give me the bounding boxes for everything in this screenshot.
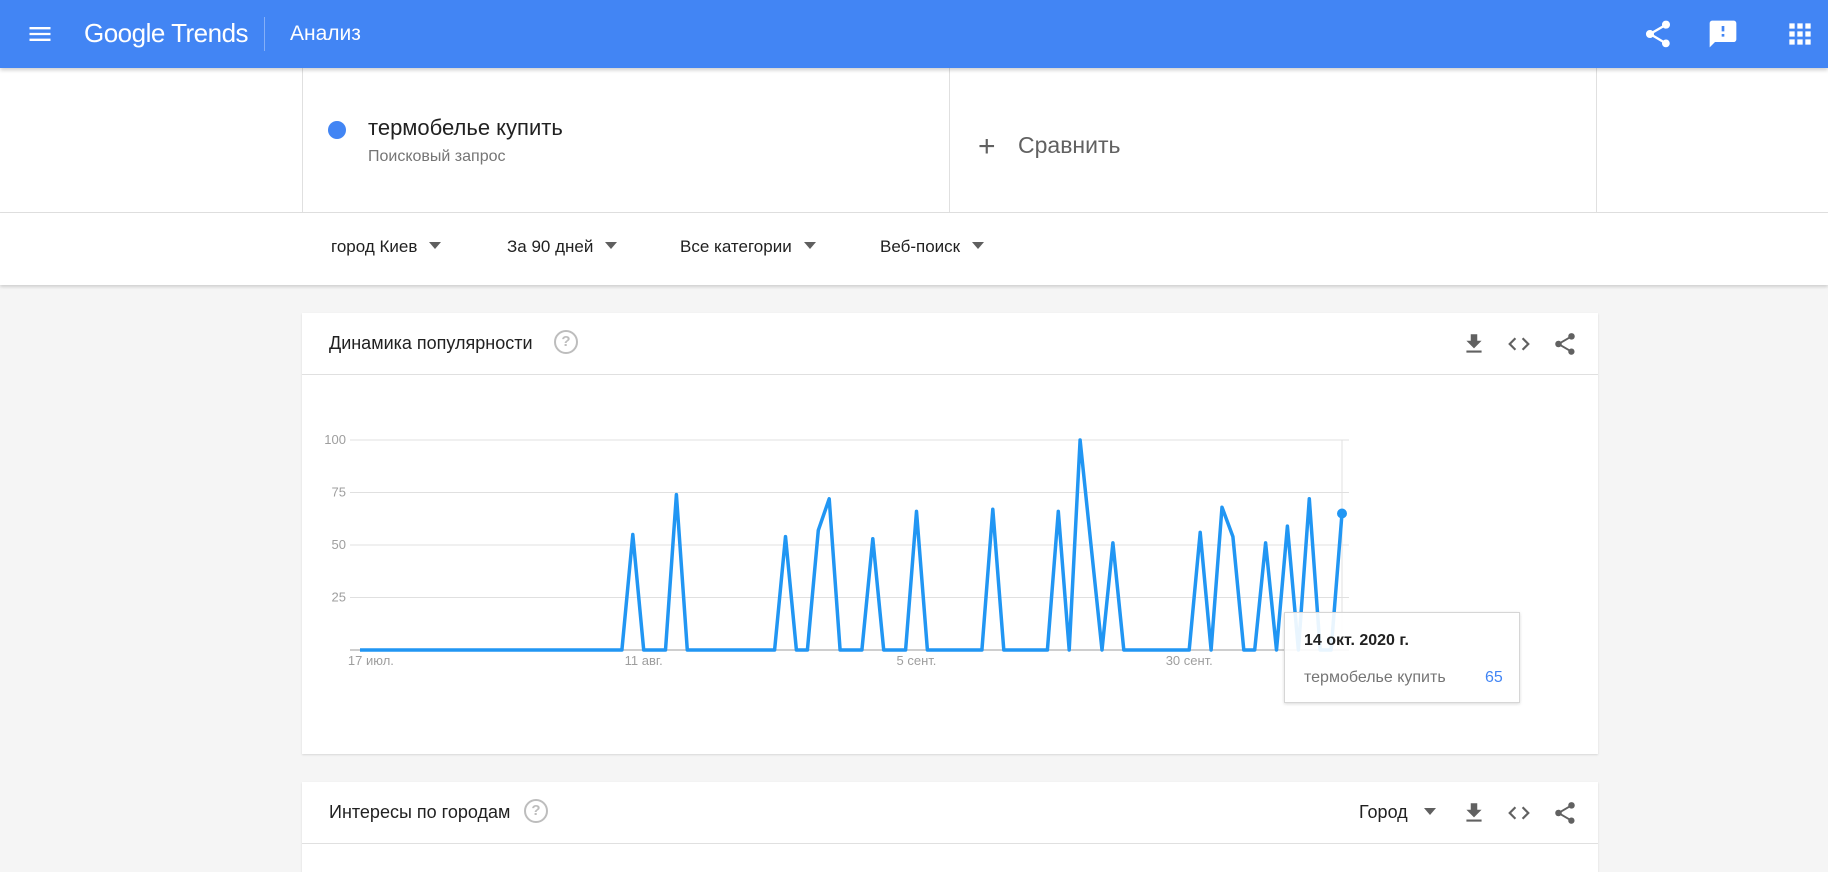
share-icon[interactable] <box>1552 800 1578 826</box>
card-title: Интересы по городам <box>329 802 511 822</box>
period-filter-label: За 90 дней <box>507 237 594 256</box>
download-icon[interactable] <box>1461 331 1487 357</box>
tooltip-term: термобелье купить <box>1304 669 1446 686</box>
y-tick-label: 25 <box>332 590 346 605</box>
card-header: Интересы по городам ? Город <box>302 782 1598 844</box>
search-type-filter-label: Веб-поиск <box>880 237 961 256</box>
interest-over-time-card: Динамика популярности ? 25 50 75 100 17 июл.… <box>302 313 1598 754</box>
dropdown-arrow-icon <box>605 242 618 249</box>
query-bar: термобелье купить Поисковый запрос + Срав… <box>0 68 1828 213</box>
x-tick-label: 5 сент. <box>897 653 937 668</box>
period-filter[interactable]: За 90 дней <box>507 237 618 257</box>
help-icon[interactable]: ? <box>524 799 548 823</box>
dropdown-arrow-icon <box>1423 808 1436 815</box>
share-icon[interactable] <box>1552 331 1578 357</box>
page-title: Анализ <box>290 22 361 45</box>
compare-label: Сравнить <box>1018 132 1121 158</box>
plus-icon: + <box>978 130 996 163</box>
interest-chart[interactable]: 25 50 75 100 17 июл. 11 авг. 5 сент. 30 сент. 1… <box>302 376 1598 753</box>
feedback-icon[interactable] <box>1707 18 1739 50</box>
card-title: Динамика популярности <box>329 333 533 353</box>
app-header: Google Trends Анализ <box>0 0 1828 68</box>
query-divider <box>1596 68 1597 213</box>
highlighted-data-point[interactable] <box>1337 508 1347 519</box>
embed-icon[interactable] <box>1506 331 1532 357</box>
embed-icon[interactable] <box>1506 800 1532 826</box>
region-filter-label: город Киев <box>331 237 418 256</box>
dropdown-arrow-icon <box>429 242 442 249</box>
term-color-dot <box>328 121 346 139</box>
query-divider <box>949 68 950 213</box>
share-icon[interactable] <box>1642 18 1674 50</box>
category-filter[interactable]: Все категории <box>680 237 816 257</box>
dropdown-arrow-icon <box>803 242 816 249</box>
resolution-select[interactable]: Город <box>1359 802 1436 823</box>
help-icon[interactable]: ? <box>554 330 578 354</box>
menu-icon[interactable] <box>26 20 54 48</box>
category-filter-label: Все категории <box>680 237 792 256</box>
y-tick-label: 50 <box>332 537 346 552</box>
region-filter[interactable]: город Киев <box>331 237 442 257</box>
x-tick-label: 17 июл. <box>348 653 394 668</box>
search-term-type: Поисковый запрос <box>368 148 506 165</box>
y-tick-label: 100 <box>324 432 346 447</box>
filters-bar: город Киев За 90 дней Все категории Веб-… <box>0 213 1828 285</box>
apps-icon[interactable] <box>1784 18 1816 50</box>
download-icon[interactable] <box>1461 800 1487 826</box>
card-header: Динамика популярности ? <box>302 313 1598 375</box>
y-tick-label: 75 <box>332 485 346 500</box>
search-type-filter[interactable]: Веб-поиск <box>880 237 985 257</box>
tooltip-value: 65 <box>1485 669 1503 686</box>
tooltip-date: 14 окт. 2020 г. <box>1304 632 1409 649</box>
interest-by-region-card: Интересы по городам ? Город <box>302 782 1598 872</box>
resolution-label: Город <box>1359 802 1408 822</box>
query-divider <box>302 68 303 213</box>
compare-button[interactable]: + Сравнить <box>978 130 1120 164</box>
x-tick-label: 30 сент. <box>1166 653 1213 668</box>
x-tick-label: 11 авг. <box>625 653 663 668</box>
dropdown-arrow-icon <box>972 242 985 249</box>
google-trends-logo[interactable]: Google Trends <box>84 18 249 49</box>
search-term[interactable]: термобелье купить <box>368 115 563 141</box>
chart-tooltip: 14 окт. 2020 г. термобелье купить 65 <box>1284 612 1520 703</box>
header-divider <box>264 17 265 51</box>
